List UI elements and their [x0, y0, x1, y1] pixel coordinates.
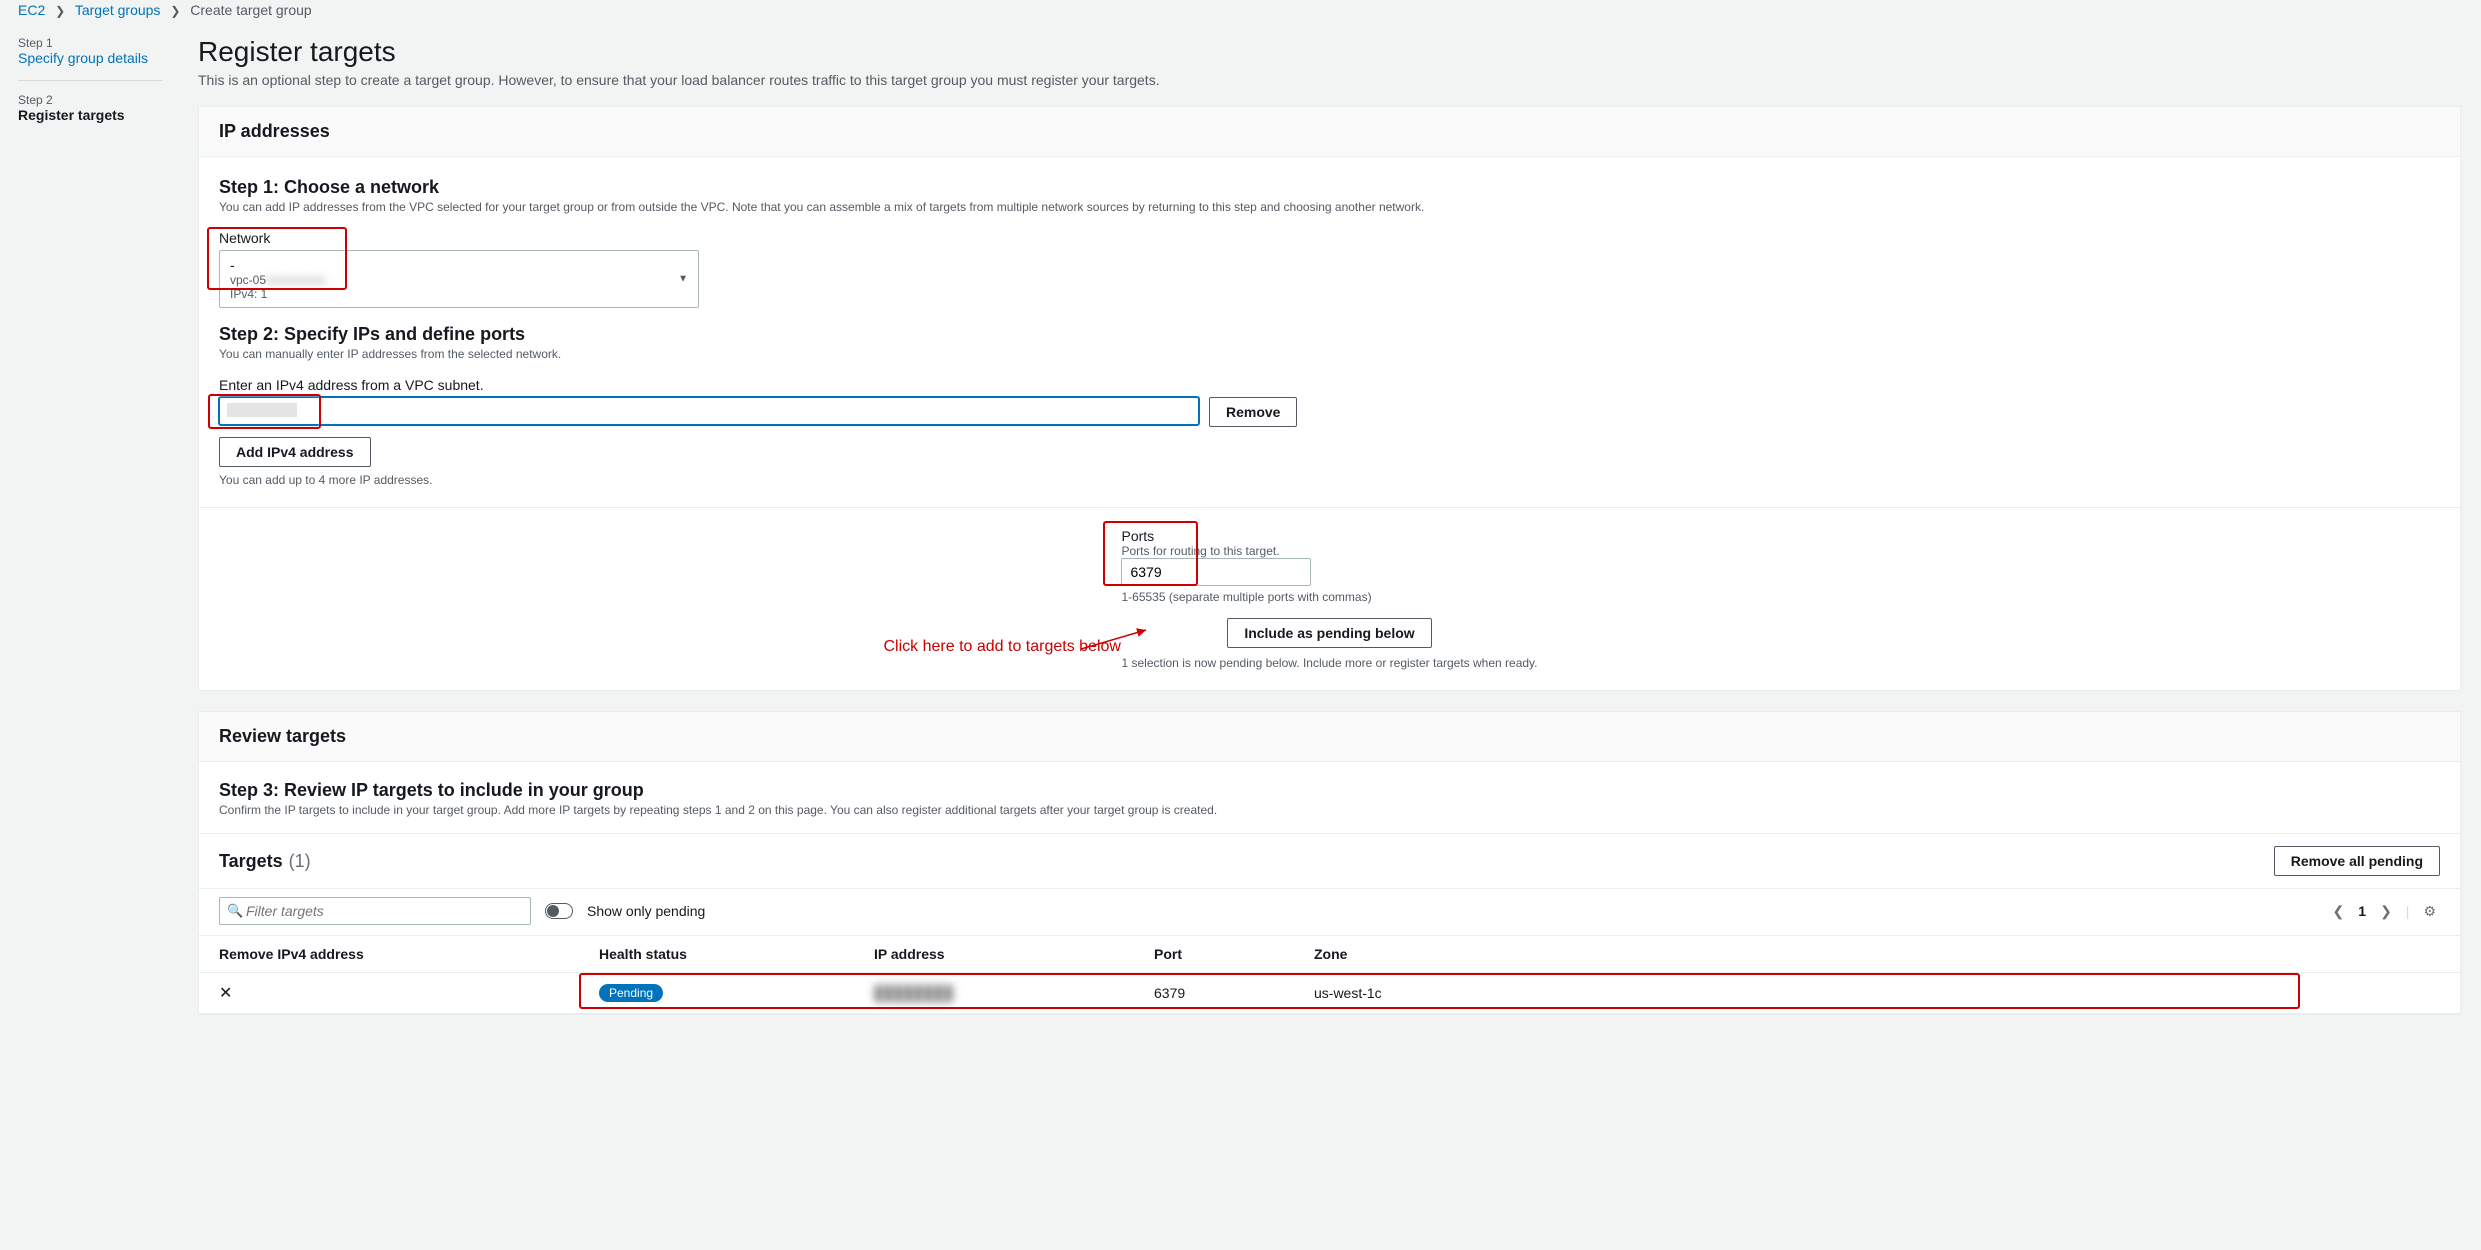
page-prev-button[interactable]: ❮ — [2329, 901, 2349, 922]
page-title: Register targets — [198, 36, 2461, 68]
add-ip-help: You can add up to 4 more IP addresses. — [219, 473, 2440, 487]
row-zone: us-west-1c — [1294, 973, 2460, 1014]
wizard-step1-number: Step 1 — [18, 36, 162, 50]
step1-help: You can add IP addresses from the VPC se… — [219, 200, 2440, 214]
col-ip: IP address — [854, 936, 1134, 973]
show-only-pending-toggle[interactable] — [545, 903, 573, 919]
col-remove: Remove IPv4 address — [199, 936, 579, 973]
ports-title: Ports — [1121, 528, 1537, 544]
step3-heading: Step 3: Review IP targets to include in … — [219, 780, 2440, 801]
ip-addresses-panel: IP addresses Step 1: Choose a network Yo… — [198, 106, 2461, 691]
network-select[interactable]: - vpc-05xxxxxxxxxx IPv4: 1 ▼ — [219, 250, 699, 308]
wizard-sidebar: Step 1 Specify group details Step 2 Regi… — [0, 22, 180, 151]
remove-all-pending-button[interactable]: Remove all pending — [2274, 846, 2440, 876]
targets-count: (1) — [289, 851, 311, 871]
wizard-step1-link[interactable]: Specify group details — [18, 50, 148, 66]
review-header: Review targets — [219, 726, 2440, 747]
show-only-pending-label: Show only pending — [587, 903, 705, 919]
step3-help: Confirm the IP targets to include in you… — [219, 803, 2440, 817]
include-pending-help: 1 selection is now pending below. Includ… — [1121, 656, 1537, 670]
breadcrumb: EC2 ❯ Target groups ❯ Create target grou… — [0, 0, 2481, 22]
ipv4-address-input[interactable] — [219, 397, 1199, 425]
chevron-right-icon: ❯ — [55, 4, 65, 18]
annotation-arrow — [1081, 624, 1161, 654]
network-line3: IPv4: 1 — [230, 287, 670, 301]
remove-row-button[interactable]: ✕ — [219, 985, 232, 1002]
ip-label: Enter an IPv4 address from a VPC subnet. — [219, 377, 2440, 393]
breadcrumb-current: Create target group — [190, 2, 311, 18]
status-badge: Pending — [599, 984, 663, 1002]
wizard-step2-title: Register targets — [18, 107, 162, 123]
table-row: ✕ Pending ████████ 6379 us-west-1c — [199, 973, 2460, 1014]
review-targets-panel: Review targets Step 3: Review IP targets… — [198, 711, 2461, 1015]
settings-icon[interactable]: ⚙ — [2419, 901, 2440, 922]
step2-heading: Step 2: Specify IPs and define ports — [219, 324, 2440, 345]
page-next-button[interactable]: ❯ — [2376, 901, 2396, 922]
chevron-right-icon: ❯ — [170, 4, 180, 18]
col-zone: Zone — [1294, 936, 2460, 973]
breadcrumb-ec2[interactable]: EC2 — [18, 2, 45, 18]
annotation-text: Click here to add to targets below — [883, 638, 1120, 656]
ports-input[interactable] — [1121, 558, 1311, 586]
step1-heading: Step 1: Choose a network — [219, 177, 2440, 198]
ip-panel-header: IP addresses — [219, 121, 2440, 142]
add-ipv4-button[interactable]: Add IPv4 address — [219, 437, 371, 467]
targets-title: Targets — [219, 851, 283, 871]
page-subtitle: This is an optional step to create a tar… — [198, 72, 2461, 88]
filter-targets-input[interactable] — [219, 897, 531, 925]
remove-ip-button[interactable]: Remove — [1209, 397, 1297, 427]
ports-help: Ports for routing to this target. — [1121, 544, 1537, 558]
redacted — [227, 403, 297, 417]
ports-range-help: 1-65535 (separate multiple ports with co… — [1121, 590, 1537, 604]
col-port: Port — [1134, 936, 1294, 973]
redacted: xxxxxxxxxx — [266, 273, 326, 287]
divider — [18, 80, 162, 81]
row-port: 6379 — [1134, 973, 1294, 1014]
network-label: Network — [219, 230, 2440, 246]
breadcrumb-target-groups[interactable]: Target groups — [75, 2, 161, 18]
wizard-step2-number: Step 2 — [18, 93, 162, 107]
targets-table: Remove IPv4 address Health status IP add… — [199, 935, 2460, 1014]
include-pending-button[interactable]: Include as pending below — [1227, 618, 1431, 648]
page-number: 1 — [2358, 903, 2366, 919]
search-icon: 🔍 — [227, 903, 243, 919]
network-line2: vpc-05 — [230, 273, 266, 287]
row-ip: ████████ — [874, 985, 953, 1001]
network-line1: - — [230, 257, 670, 273]
caret-down-icon: ▼ — [678, 274, 688, 285]
col-health: Health status — [579, 936, 854, 973]
step2-help: You can manually enter IP addresses from… — [219, 347, 2440, 361]
